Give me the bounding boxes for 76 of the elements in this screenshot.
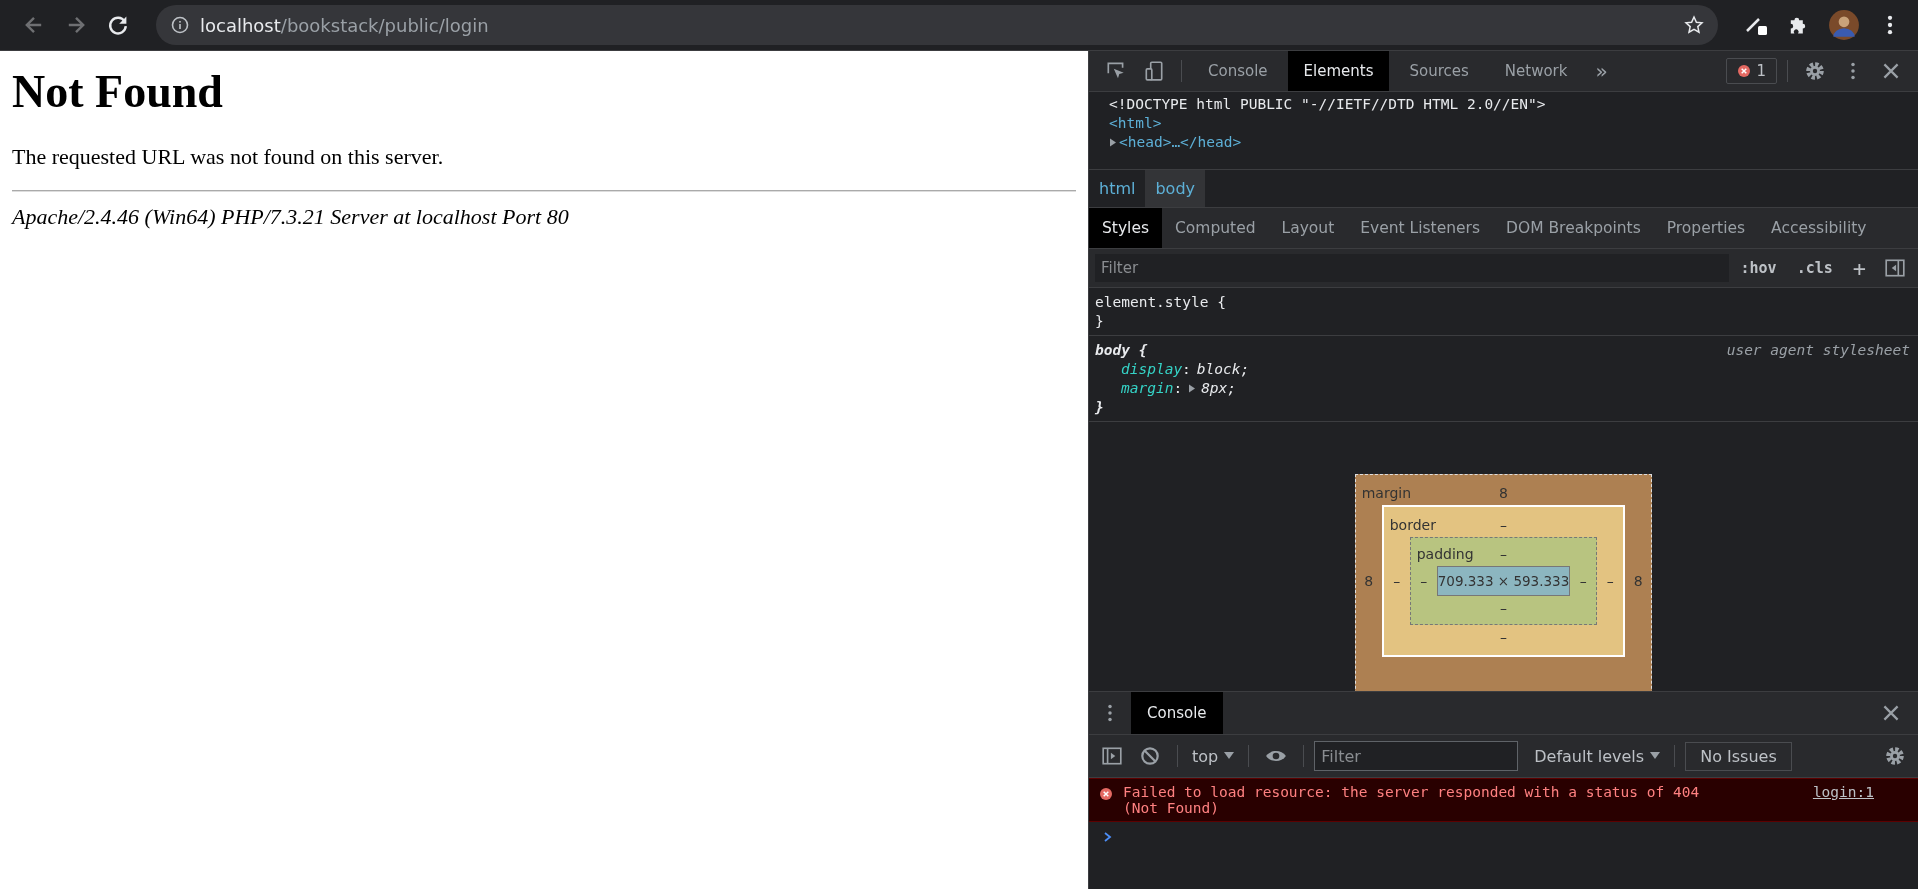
page-heading: Not Found: [12, 65, 224, 118]
error-icon: [1737, 64, 1752, 78]
console-message: Failed to load resource: the server responded with a status of 404 (Not Found): [1123, 784, 1701, 816]
error-icon: [1099, 787, 1113, 801]
sidebar-icon[interactable]: [1101, 745, 1123, 767]
rule-source: user agent stylesheet: [1726, 342, 1910, 358]
dom-node[interactable]: <!DOCTYPE html PUBLIC "-//IETF//DTD HTML 2.0//EN">: [1109, 96, 1546, 112]
expand-triangle-icon[interactable]: [1109, 137, 1117, 147]
box-value: 8: [1499, 485, 1508, 501]
prompt-icon[interactable]: [1103, 832, 1113, 842]
property-colon: :: [1182, 361, 1191, 377]
url-text: localhost/bookstack/public/login: [200, 14, 490, 36]
box-value: 8: [1363, 573, 1375, 589]
styles-tab[interactable]: Properties: [1653, 208, 1759, 248]
rule-close-brace: }: [1095, 399, 1105, 415]
console-filter-field[interactable]: Filter: [1314, 741, 1519, 771]
server-signature: Apache/2.4.46 (Win64) PHP/7.3.21 Server at localhost Port 80: [12, 204, 570, 230]
cls-button[interactable]: .cls: [1788, 259, 1841, 277]
devtools-tab[interactable]: Sources: [1393, 51, 1485, 91]
levels-dropdown[interactable]: Default levels: [1530, 746, 1665, 766]
drawer-tab[interactable]: Console: [1131, 692, 1223, 734]
devtools-tab[interactable]: Network: [1488, 51, 1584, 91]
property-colon: :: [1173, 380, 1183, 396]
styles-tab[interactable]: Styles: [1089, 208, 1162, 248]
styles-tab[interactable]: Computed: [1162, 208, 1269, 248]
settings-icon[interactable]: [1884, 745, 1906, 767]
styles-filter-field[interactable]: Filter: [1095, 254, 1729, 282]
caret-icon: [1224, 752, 1235, 760]
property-name[interactable]: display: [1121, 361, 1183, 377]
issues-button[interactable]: No Issues: [1685, 741, 1792, 771]
content-size: 709.333 × 593.333: [1436, 566, 1571, 596]
new-rule-button[interactable]: +: [1844, 255, 1874, 281]
box-value: –: [1605, 573, 1615, 589]
more-tabs-button[interactable]: »: [1587, 51, 1616, 91]
settings-icon[interactable]: [1804, 60, 1826, 82]
avatar-icon[interactable]: [1828, 9, 1860, 41]
hov-button[interactable]: :hov: [1732, 259, 1785, 277]
styles-tab[interactable]: Accessibility: [1758, 208, 1880, 248]
rule-close-brace: }: [1095, 313, 1105, 329]
error-count-badge[interactable]: 1: [1726, 58, 1777, 84]
box-value: –: [1500, 546, 1507, 562]
breadcrumb[interactable]: html: [1089, 170, 1146, 207]
rule-selector: element.style {: [1095, 294, 1226, 310]
clear-icon[interactable]: [1139, 745, 1161, 767]
dom-node[interactable]: <html>: [1109, 115, 1162, 131]
styles-tab[interactable]: Layout: [1268, 208, 1348, 248]
rule-selector: body {: [1095, 342, 1148, 358]
box-value: –: [1500, 629, 1507, 645]
styles-tab[interactable]: Event Listeners: [1347, 208, 1494, 248]
breadcrumb[interactable]: body: [1145, 170, 1206, 207]
box-value: –: [1500, 517, 1507, 533]
context-dropdown[interactable]: top: [1188, 746, 1239, 766]
styles-tab[interactable]: DOM Breakpoints: [1493, 208, 1654, 248]
info-icon[interactable]: [170, 15, 190, 35]
device-icon[interactable]: [1143, 60, 1165, 82]
box-label: margin: [1361, 485, 1413, 501]
property-name[interactable]: margin: [1121, 380, 1174, 396]
box-label: border: [1389, 517, 1437, 533]
dom-node[interactable]: <head>…</head>: [1119, 134, 1242, 150]
property-value[interactable]: 8px;: [1201, 380, 1237, 396]
box-value: –: [1500, 600, 1507, 616]
box-value: 8: [1632, 573, 1644, 589]
devtools-tab[interactable]: Elements: [1287, 51, 1390, 91]
source-link[interactable]: login:1: [1812, 784, 1906, 800]
sidebar-toggle-icon[interactable]: [1884, 257, 1906, 279]
box-value: –: [1578, 573, 1588, 589]
error-message: The requested URL was not found on this server.: [12, 144, 445, 170]
property-value[interactable]: block;: [1196, 361, 1250, 377]
box-label: padding: [1416, 546, 1473, 562]
box-value: –: [1419, 573, 1429, 589]
address-bar[interactable]: localhost/bookstack/public/login: [156, 5, 1718, 45]
box-value: –: [1392, 573, 1402, 589]
star-icon[interactable]: [1684, 15, 1704, 35]
expand-triangle-icon[interactable]: [1188, 383, 1197, 393]
devtools-tab[interactable]: Console: [1192, 51, 1284, 91]
caret-icon: [1650, 752, 1661, 760]
